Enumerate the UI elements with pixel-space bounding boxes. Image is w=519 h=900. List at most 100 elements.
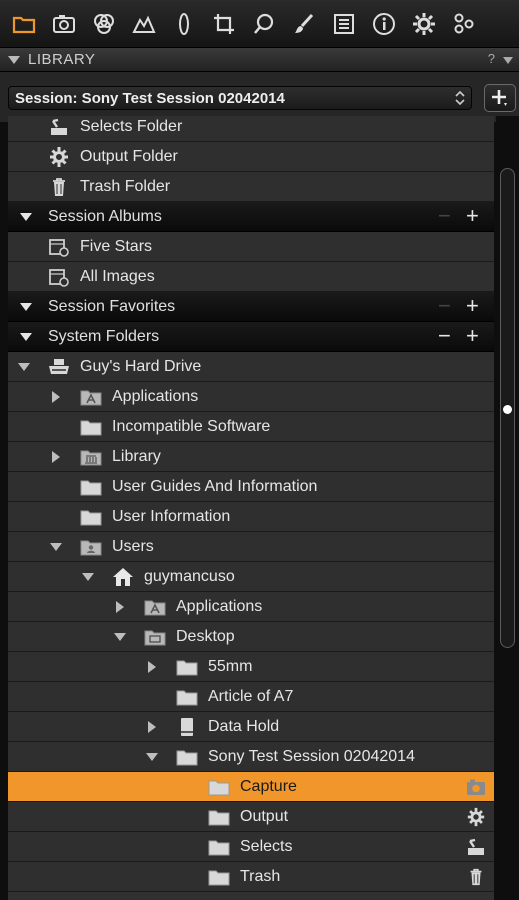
tree-row[interactable]: Output xyxy=(8,802,494,832)
tree-row[interactable]: Selects Folder xyxy=(8,116,494,142)
tree-row[interactable]: User Information xyxy=(8,502,494,532)
tree-row-label: 55mm xyxy=(208,657,253,675)
tree-row-label: User Information xyxy=(112,507,231,525)
trash-icon xyxy=(48,177,70,197)
section-toggle-icon[interactable] xyxy=(20,333,32,341)
tree-row[interactable]: Article of A7 xyxy=(8,682,494,712)
tree-row-label: Trash Folder xyxy=(80,177,171,195)
tree-row-label: All Images xyxy=(80,267,155,285)
section-header[interactable]: System Folders − + xyxy=(8,322,494,352)
tree-row-label: Incompatible Software xyxy=(112,417,271,435)
trash-icon[interactable] xyxy=(466,867,486,887)
remove-icon[interactable]: − xyxy=(438,205,451,227)
tree-row-label: Output Folder xyxy=(80,147,178,165)
folder-icon xyxy=(176,747,198,767)
smart-album-icon xyxy=(48,237,70,257)
expand-triangle-icon[interactable] xyxy=(18,363,30,371)
section-header[interactable]: Session Albums − + xyxy=(8,202,494,232)
tree-row-label: Output xyxy=(240,807,289,825)
folder-icon xyxy=(80,417,102,437)
tree-row[interactable]: User Guides And Information xyxy=(8,472,494,502)
selects-folder-icon xyxy=(48,117,70,137)
tree-row[interactable]: Library xyxy=(8,442,494,472)
drive-icon xyxy=(176,717,198,737)
tree-row-label: Data Hold xyxy=(208,717,280,735)
tree-row[interactable]: Applications xyxy=(8,592,494,622)
folder-icon xyxy=(80,477,102,497)
selects-icon[interactable] xyxy=(466,837,486,857)
section-label: Session Favorites xyxy=(48,297,176,315)
collapse-triangle-icon[interactable] xyxy=(52,451,60,463)
library-title: LIBRARY xyxy=(28,51,96,68)
section-toggle-icon[interactable] xyxy=(20,213,32,221)
tree-row[interactable]: Trash Folder xyxy=(8,172,494,202)
camera-icon[interactable] xyxy=(466,777,486,797)
expand-triangle-icon[interactable] xyxy=(114,633,126,641)
tree-row-label: Applications xyxy=(112,387,199,405)
tree-row-selected[interactable]: Capture xyxy=(8,772,494,802)
tree-row[interactable]: Output Folder xyxy=(8,142,494,172)
collapse-triangle-icon[interactable] xyxy=(148,661,156,673)
tree-row-label: Desktop xyxy=(176,627,235,645)
home-icon xyxy=(112,567,134,587)
tree-row[interactable]: Trash xyxy=(8,862,494,892)
section-toggle-icon[interactable] xyxy=(20,303,32,311)
tree-row[interactable]: Data Hold xyxy=(8,712,494,742)
crop-tab-icon[interactable] xyxy=(204,4,244,44)
add-icon[interactable]: + xyxy=(466,205,479,227)
add-icon[interactable]: + xyxy=(466,295,479,317)
tree-row[interactable]: 55mm xyxy=(8,652,494,682)
expand-triangle-icon[interactable] xyxy=(82,573,94,581)
smart-album-icon xyxy=(48,267,70,287)
users-folder-icon xyxy=(80,537,102,557)
tree-row-label: Five Stars xyxy=(80,237,153,255)
tree-row[interactable]: guymancuso xyxy=(8,562,494,592)
info-tab-icon[interactable] xyxy=(364,4,404,44)
batch-tab-icon[interactable] xyxy=(444,4,484,44)
remove-icon[interactable]: − xyxy=(438,295,451,317)
add-session-button[interactable] xyxy=(484,84,516,112)
tree-row[interactable]: Applications xyxy=(8,382,494,412)
brush-tab-icon[interactable] xyxy=(284,4,324,44)
focus-tab-icon[interactable] xyxy=(244,4,284,44)
lens-tab-icon[interactable] xyxy=(164,4,204,44)
section-label: Session Albums xyxy=(48,207,162,225)
library-header[interactable]: LIBRARY ? xyxy=(0,48,519,72)
session-select[interactable]: Session: Sony Test Session 02042014 xyxy=(8,86,472,110)
exposure-tab-icon[interactable] xyxy=(124,4,164,44)
tree-row[interactable]: Five Stars xyxy=(8,232,494,262)
expand-triangle-icon[interactable] xyxy=(146,753,158,761)
plus-icon xyxy=(492,90,507,106)
tree-row-label: guymancuso xyxy=(144,567,235,585)
tree-row-label: Applications xyxy=(176,597,263,615)
tree-row[interactable]: Desktop xyxy=(8,622,494,652)
tree-row[interactable]: Incompatible Software xyxy=(8,412,494,442)
updown-chevron-icon xyxy=(455,90,465,106)
folder-icon xyxy=(176,687,198,707)
tree-row[interactable]: Users xyxy=(8,532,494,562)
tree-row[interactable]: Guy's Hard Drive xyxy=(8,352,494,382)
settings-tab-gear-icon[interactable] xyxy=(404,4,444,44)
collapse-triangle-icon[interactable] xyxy=(116,601,124,613)
library-tab-folder-icon[interactable] xyxy=(4,4,44,44)
folder-icon xyxy=(208,807,230,827)
metadata-tab-icon[interactable] xyxy=(324,4,364,44)
section-header[interactable]: Session Favorites − + xyxy=(8,292,494,322)
tree-row[interactable]: Selects xyxy=(8,832,494,862)
help-icon[interactable]: ? xyxy=(488,51,495,66)
add-icon[interactable]: + xyxy=(466,325,479,347)
color-tab-icon[interactable] xyxy=(84,4,124,44)
panel-menu-icon[interactable] xyxy=(503,57,513,64)
tree-row[interactable]: Sony Test Session 02042014 xyxy=(8,742,494,772)
expand-triangle-icon[interactable] xyxy=(50,543,62,551)
gear-icon[interactable] xyxy=(466,807,486,827)
collapse-triangle-icon[interactable] xyxy=(8,55,20,64)
tree-row-label: Capture xyxy=(240,777,297,795)
collapse-triangle-icon[interactable] xyxy=(148,721,156,733)
remove-icon[interactable]: − xyxy=(438,325,451,347)
collapse-triangle-icon[interactable] xyxy=(52,391,60,403)
camera-tab-icon[interactable] xyxy=(44,4,84,44)
folder-icon xyxy=(208,837,230,857)
tree-row[interactable]: All Images xyxy=(8,262,494,292)
tree-row-label: Users xyxy=(112,537,154,555)
